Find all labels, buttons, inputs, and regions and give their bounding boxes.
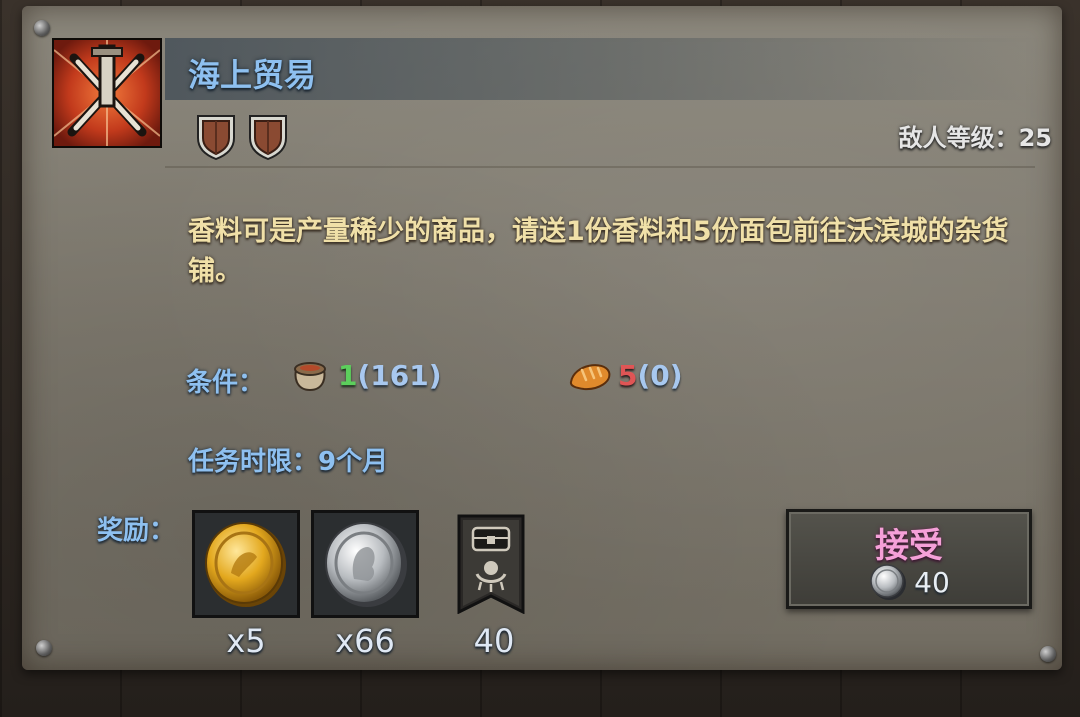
rivet-icon — [36, 640, 52, 656]
spice-sack-icon — [294, 362, 326, 392]
shield-icon — [197, 115, 235, 160]
reward-count: x66 — [335, 622, 395, 660]
condition-required: 1 — [338, 358, 358, 392]
condition-item: 1 (161) — [290, 358, 442, 392]
condition-owned: (161) — [357, 358, 442, 392]
reward-count: 40 — [473, 622, 515, 660]
accept-button[interactable]: 接受 40 — [786, 509, 1032, 609]
rivet-icon — [1040, 646, 1056, 662]
accept-button-label: 接受 — [875, 526, 943, 566]
condition-owned: (0) — [637, 358, 683, 392]
chest-banner-icon[interactable] — [457, 514, 525, 614]
quest-icon — [52, 38, 162, 148]
accept-cost-value: 40 — [914, 565, 950, 599]
bread-icon — [569, 364, 611, 391]
time-limit: 任务时限：9个月 — [188, 447, 389, 477]
rivet-icon — [34, 20, 50, 36]
quest-description: 香料可是产量稀少的商品，请送1份香料和5份面包前往沃滨城的杂货铺。 — [188, 216, 1009, 287]
condition-required: 5 — [618, 358, 638, 392]
crossed-swords-icon — [54, 40, 160, 146]
silver-coin-icon — [325, 522, 407, 607]
enemy-level: 敌人等级：25 — [898, 124, 1052, 152]
gold-coin-icon — [205, 522, 286, 607]
shield-icon — [249, 115, 287, 160]
reward-slot[interactable] — [192, 510, 300, 618]
condition-item: 5 (0) — [568, 358, 683, 392]
quest-title: 海上贸易 — [188, 56, 317, 94]
reward-slot[interactable] — [311, 510, 419, 618]
accept-cost: 40 — [789, 562, 1029, 602]
divider — [165, 166, 1035, 168]
rewards-label: 奖励： — [97, 516, 176, 546]
conditions-label: 条件： — [186, 368, 265, 398]
silver-coin-icon — [870, 564, 907, 600]
reward-count: x5 — [226, 622, 266, 660]
